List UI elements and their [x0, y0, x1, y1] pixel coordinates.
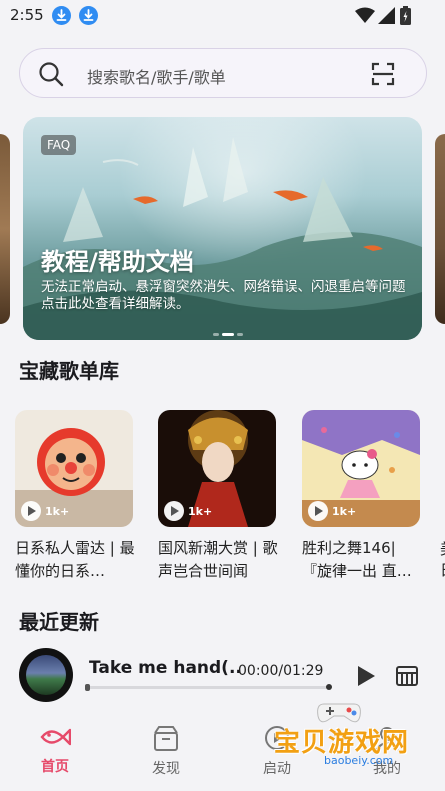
carousel-indicator	[213, 321, 246, 340]
signal-icon	[378, 7, 395, 24]
carousel-dot-active	[222, 333, 234, 336]
nav-label: 首页	[41, 759, 69, 775]
status-time: 2:55	[10, 6, 44, 24]
banner-title: 教程/帮助文档	[41, 248, 194, 276]
status-bar: 2:55	[0, 0, 445, 32]
search-bar[interactable]: 搜索歌名/歌手/歌单	[19, 48, 427, 98]
play-count: 1k+	[164, 501, 212, 521]
play-icon	[21, 501, 41, 521]
nav-item-discover[interactable]: 发现	[136, 724, 196, 778]
playlist-queue-icon[interactable]	[396, 666, 418, 686]
scan-icon[interactable]	[370, 61, 396, 87]
recent-section-title: 最近更新	[19, 610, 99, 634]
wifi-icon	[355, 7, 375, 23]
help-banner[interactable]: FAQ 教程/帮助文档 无法正常启动、悬浮窗突然消失、网络错误、闪退重启等问题点…	[23, 117, 422, 340]
playlist-cover: 1k+	[158, 410, 276, 527]
discover-box-icon	[154, 726, 178, 751]
playlist-name-partial[interactable]: 美日	[440, 538, 445, 580]
playlist-card[interactable]: 1k+ 日系私人雷达 | 最懂你的日系…	[15, 410, 135, 583]
carousel-dot	[237, 333, 243, 336]
banner-description: 无法正常启动、悬浮窗突然消失、网络错误、闪退重启等问题点击此处查看详细解读。	[41, 279, 406, 312]
playlist-name: 胜利之舞146| 『旋律一出 直…	[302, 539, 412, 580]
playlist-name: 日系私人雷达 | 最懂你的日系…	[15, 539, 135, 580]
watermark-url: baobeiy.com	[324, 754, 394, 767]
playlists-section-title: 宝藏歌单库	[19, 359, 119, 383]
download-notification-icon	[79, 6, 98, 25]
battery-icon	[400, 6, 411, 25]
nav-item-home[interactable]: 首页	[25, 724, 85, 776]
progress-start-marker	[85, 684, 90, 691]
search-input[interactable]: 搜索歌名/歌手/歌单	[87, 64, 226, 88]
carousel-dot	[213, 333, 219, 336]
play-icon	[164, 501, 184, 521]
playlist-cover: 1k+	[15, 410, 133, 527]
download-notification-icon	[52, 6, 71, 25]
progress-end-marker	[326, 684, 332, 690]
playlist-card[interactable]: 1k+ 国风新潮大赏 | 歌声岂合世间闻	[158, 410, 278, 583]
progress-bar[interactable]	[85, 684, 332, 691]
banner-next-peek[interactable]	[435, 134, 445, 324]
faq-badge: FAQ	[41, 135, 77, 155]
play-count: 1k+	[21, 501, 69, 521]
playlist-card[interactable]: 1k+ 胜利之舞146| 『旋律一出 直…	[302, 410, 422, 583]
site-watermark: 宝贝游戏网 baobeiy.com	[258, 700, 418, 770]
fish-home-icon	[40, 728, 71, 746]
play-count: 1k+	[308, 501, 356, 521]
playlist-cover: 1k+	[302, 410, 420, 527]
playlist-name: 国风新潮大赏 | 歌声岂合世间闻	[158, 539, 278, 580]
search-icon	[39, 62, 64, 87]
banner-prev-peek[interactable]	[0, 134, 10, 324]
play-icon	[308, 501, 328, 521]
track-time: 00:00/01:29	[238, 663, 324, 679]
album-art[interactable]	[19, 648, 73, 702]
play-button[interactable]	[356, 665, 376, 687]
track-title: Take me hand(..	[89, 658, 242, 678]
nav-label: 发现	[152, 761, 180, 777]
